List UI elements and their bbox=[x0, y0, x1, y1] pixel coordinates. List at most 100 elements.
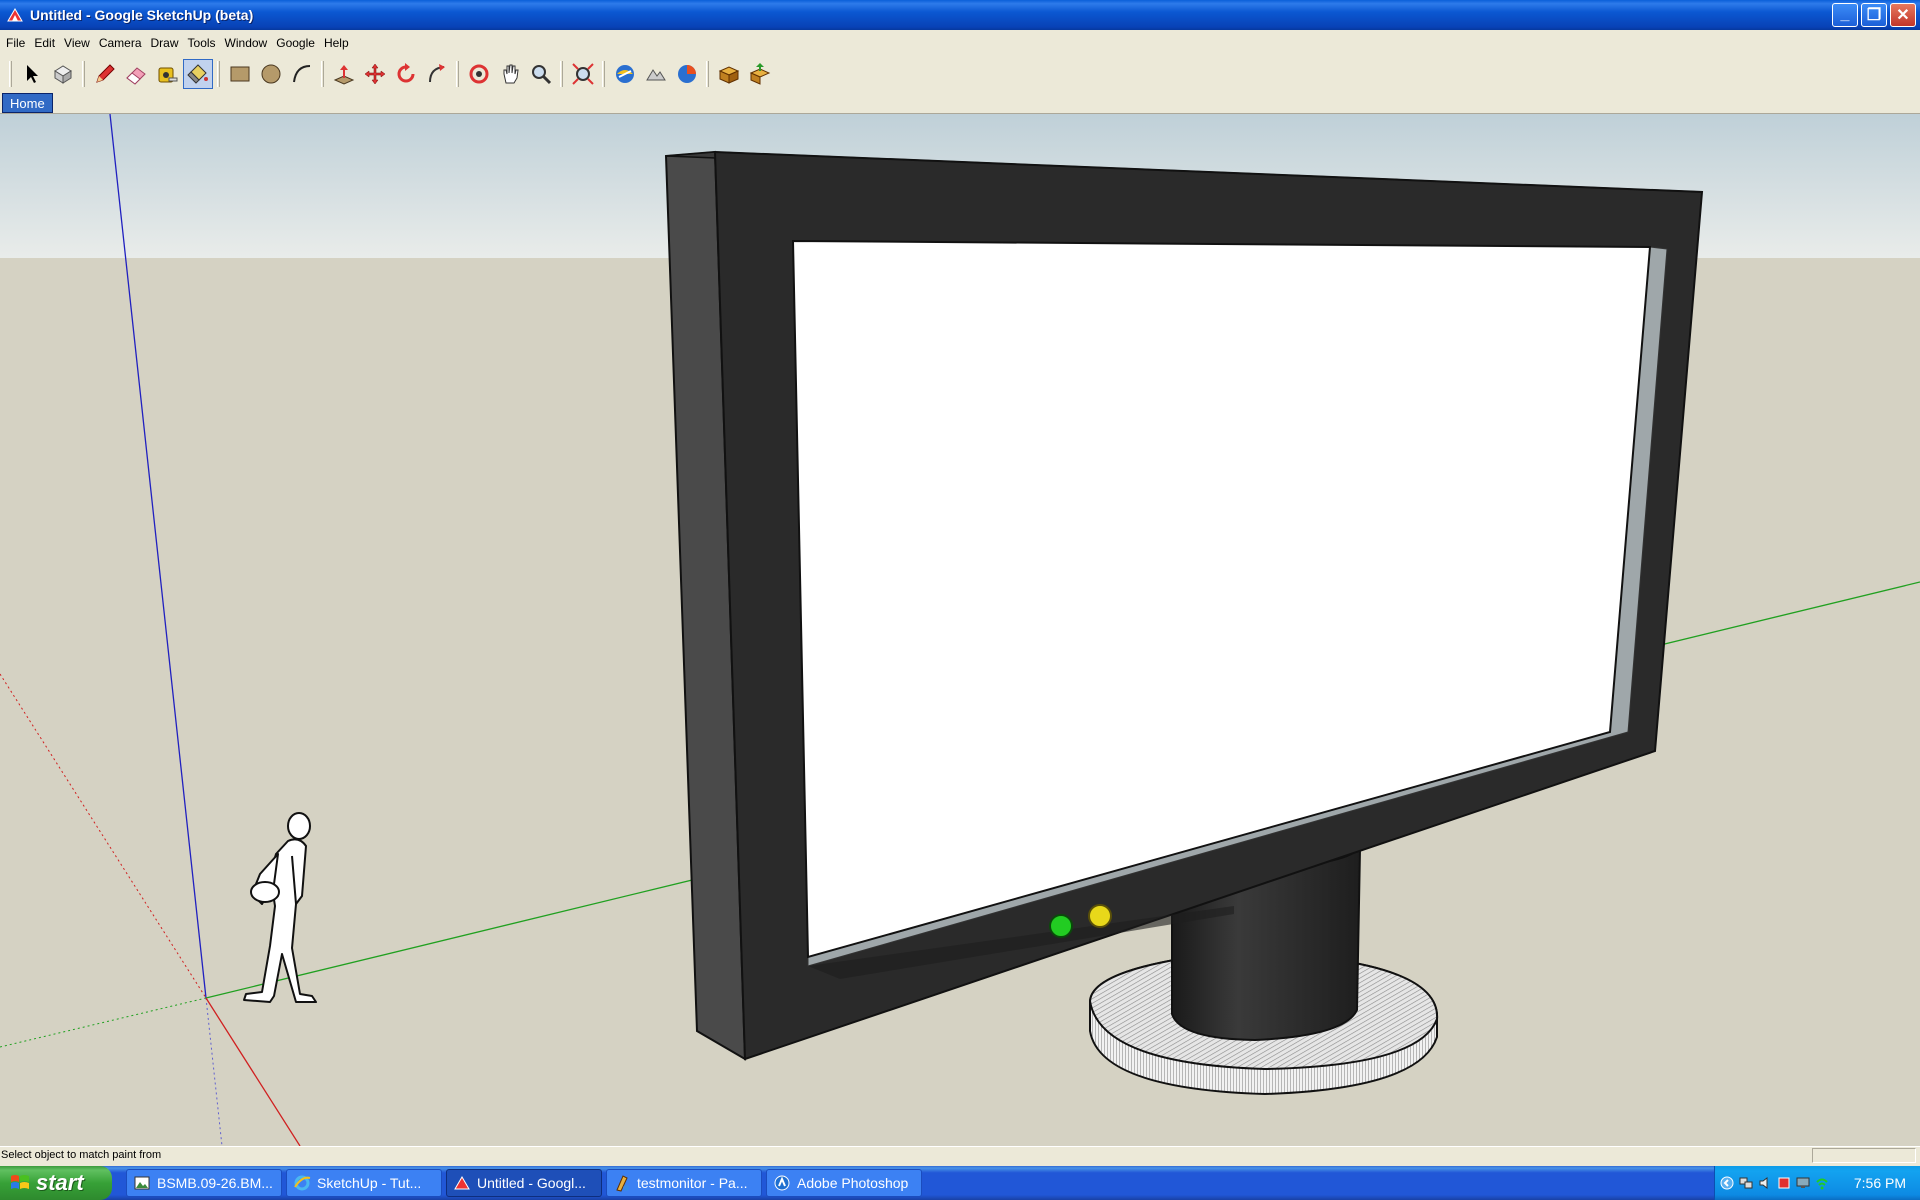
sketchup-app-icon bbox=[7, 8, 23, 22]
menu-draw[interactable]: Draw bbox=[148, 34, 185, 52]
menu-google[interactable]: Google bbox=[273, 34, 321, 52]
taskbar-item[interactable]: SketchUp - Tut... bbox=[286, 1169, 442, 1197]
rectangle-icon bbox=[230, 66, 250, 82]
restore-button[interactable]: ❐ bbox=[1861, 3, 1887, 27]
make-component-icon bbox=[54, 65, 72, 84]
scene-tab-home[interactable]: Home bbox=[2, 93, 53, 113]
circle-tool-button[interactable] bbox=[256, 59, 286, 89]
rectangle-tool-button[interactable] bbox=[225, 59, 255, 89]
drawing-viewport[interactable] bbox=[0, 114, 1920, 1146]
window-title: Untitled - Google SketchUp (beta) bbox=[30, 7, 254, 23]
menu-camera[interactable]: Camera bbox=[96, 34, 148, 52]
menu-tools[interactable]: Tools bbox=[185, 34, 222, 52]
make-component-button[interactable] bbox=[48, 59, 78, 89]
menu-edit[interactable]: Edit bbox=[31, 34, 61, 52]
arc-icon bbox=[293, 65, 311, 83]
push-pull-tool-button[interactable] bbox=[329, 59, 359, 89]
tape-measure-tool-button[interactable] bbox=[152, 59, 182, 89]
follow-me-tool-button[interactable] bbox=[422, 59, 452, 89]
pan-icon bbox=[503, 64, 519, 84]
pencil-icon bbox=[96, 64, 115, 83]
pan-tool-button[interactable] bbox=[495, 59, 525, 89]
power-led-green[interactable] bbox=[1049, 914, 1073, 938]
place-model-icon bbox=[678, 65, 696, 83]
get-current-view-icon bbox=[616, 65, 634, 83]
orbit-icon bbox=[469, 64, 489, 84]
rotate-tool-button[interactable] bbox=[391, 59, 421, 89]
taskbar-item-label: Untitled - Googl... bbox=[477, 1175, 586, 1191]
get-current-view-button[interactable] bbox=[610, 59, 640, 89]
taskbar-item-label: Adobe Photoshop bbox=[797, 1175, 909, 1191]
start-label: start bbox=[36, 1170, 84, 1195]
image-file-icon bbox=[134, 1176, 150, 1190]
minimize-button[interactable]: _ bbox=[1832, 3, 1858, 27]
zoom-extents-icon bbox=[572, 63, 594, 85]
restore-icon: ❐ bbox=[1866, 7, 1882, 24]
move-icon bbox=[364, 63, 386, 85]
close-button[interactable]: ✕ bbox=[1890, 3, 1916, 27]
display-icon[interactable] bbox=[1796, 1176, 1810, 1190]
toolbar-separator bbox=[456, 61, 459, 87]
start-button[interactable]: start bbox=[0, 1166, 112, 1200]
menu-view[interactable]: View bbox=[61, 34, 96, 52]
toolbar-separator bbox=[560, 61, 563, 87]
rotate-icon bbox=[397, 63, 415, 83]
get-models-button[interactable] bbox=[714, 59, 744, 89]
pencil-tool-button[interactable] bbox=[90, 59, 120, 89]
share-model-button[interactable] bbox=[745, 59, 775, 89]
taskbar-item[interactable]: Adobe Photoshop bbox=[766, 1169, 922, 1197]
menu-window[interactable]: Window bbox=[222, 34, 274, 52]
taskbar-item[interactable]: testmonitor - Pa... bbox=[606, 1169, 762, 1197]
menu-file[interactable]: File bbox=[3, 34, 31, 52]
toolbar-separator bbox=[706, 61, 709, 87]
move-tool-button[interactable] bbox=[360, 59, 390, 89]
place-model-button[interactable] bbox=[672, 59, 702, 89]
menu-help[interactable]: Help bbox=[321, 34, 355, 52]
clock[interactable]: 7:56 PM bbox=[1854, 1175, 1906, 1191]
circle-icon bbox=[261, 64, 281, 84]
paint-icon bbox=[616, 1175, 629, 1192]
get-models-icon bbox=[718, 66, 740, 84]
tape-measure-icon bbox=[158, 67, 178, 83]
taskbar-item-label: BSMB.09-26.BM... bbox=[157, 1175, 273, 1191]
push-pull-icon bbox=[333, 65, 355, 85]
status-message: Select object to match paint from bbox=[1, 1149, 162, 1161]
wireless-icon[interactable] bbox=[1815, 1176, 1829, 1190]
security-icon[interactable] bbox=[1777, 1176, 1791, 1190]
toolbar-grip[interactable] bbox=[9, 61, 12, 87]
follow-me-icon bbox=[429, 64, 445, 83]
taskbar-item-label: testmonitor - Pa... bbox=[637, 1175, 748, 1191]
zoom-extents-tool-button[interactable] bbox=[568, 59, 598, 89]
toggle-terrain-icon bbox=[646, 69, 666, 81]
measurements-box[interactable] bbox=[1812, 1148, 1916, 1163]
tray-expand-icon[interactable] bbox=[1720, 1176, 1734, 1190]
taskbar-item[interactable]: BSMB.09-26.BM... bbox=[126, 1169, 282, 1197]
eraser-tool-button[interactable] bbox=[121, 59, 151, 89]
zoom-tool-button[interactable] bbox=[526, 59, 556, 89]
sketchup-icon bbox=[454, 1176, 470, 1190]
arc-tool-button[interactable] bbox=[287, 59, 317, 89]
zoom-icon bbox=[532, 65, 552, 85]
orbit-tool-button[interactable] bbox=[464, 59, 494, 89]
network-icon[interactable] bbox=[1739, 1176, 1753, 1190]
toggle-terrain-button[interactable] bbox=[641, 59, 671, 89]
scene-canvas[interactable] bbox=[0, 114, 1920, 1146]
windows-flag-icon bbox=[11, 1175, 29, 1189]
select-tool-button[interactable] bbox=[17, 59, 47, 89]
toolbar-separator bbox=[217, 61, 220, 87]
scene-tabs-bar: Home bbox=[0, 92, 1920, 114]
toolbar-separator bbox=[602, 61, 605, 87]
paint-bucket-icon bbox=[187, 64, 208, 84]
status-led-yellow[interactable] bbox=[1088, 904, 1112, 928]
minimize-icon: _ bbox=[1840, 6, 1850, 23]
photoshop-icon bbox=[774, 1175, 790, 1191]
volume-icon[interactable] bbox=[1758, 1176, 1772, 1190]
paint-bucket-tool-button[interactable] bbox=[183, 59, 213, 89]
taskbar: start BSMB.09-26.BM... SketchUp - Tut...… bbox=[0, 1166, 1920, 1200]
menu-bar: File Edit View Camera Draw Tools Window … bbox=[0, 31, 1920, 55]
internet-explorer-icon bbox=[294, 1175, 311, 1191]
taskbar-item-label: SketchUp - Tut... bbox=[317, 1175, 422, 1191]
toolbar-separator bbox=[82, 61, 85, 87]
title-bar: Untitled - Google SketchUp (beta) _ ❐ ✕ bbox=[0, 0, 1920, 30]
taskbar-item-active[interactable]: Untitled - Googl... bbox=[446, 1169, 602, 1197]
